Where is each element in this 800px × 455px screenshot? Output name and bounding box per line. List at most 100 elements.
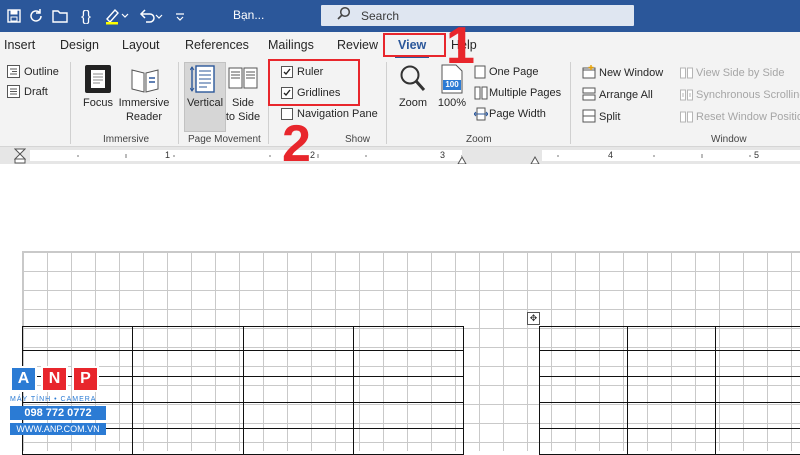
synchronous-scrolling-icon	[680, 88, 693, 106]
table-cell[interactable]	[243, 403, 353, 429]
vertical-button[interactable]: Vertical	[184, 97, 226, 110]
table-cell[interactable]	[353, 377, 463, 403]
vertical-icon	[190, 64, 218, 99]
reset-window-position-button[interactable]: Reset Window Position	[696, 111, 800, 124]
highlighter-icon[interactable]	[103, 5, 131, 27]
tab-references[interactable]: References	[185, 38, 249, 52]
folder-icon[interactable]	[50, 5, 70, 27]
search-icon	[337, 6, 351, 25]
group-label-show: Show	[345, 134, 370, 145]
table-cell[interactable]	[133, 351, 243, 377]
table-cell[interactable]	[133, 429, 243, 455]
one-page-button[interactable]: One Page	[489, 66, 539, 79]
page-width-button[interactable]: Page Width	[489, 108, 546, 121]
ruler-margin-area	[30, 150, 800, 161]
zoom-100-icon-label: 100	[443, 80, 461, 90]
table-cell[interactable]	[353, 351, 463, 377]
table-cell[interactable]	[628, 351, 716, 377]
table-cell[interactable]	[540, 377, 628, 403]
ruler-number: 5	[754, 150, 759, 160]
table-cell[interactable]	[243, 327, 353, 351]
tab-design[interactable]: Design	[60, 38, 99, 52]
split-icon	[582, 109, 596, 128]
table-cell[interactable]	[628, 327, 716, 351]
table-cell[interactable]	[133, 327, 243, 351]
table-cell[interactable]	[133, 377, 243, 403]
group-label-window: Window	[711, 134, 747, 145]
table-cell[interactable]	[353, 403, 463, 429]
view-tab-highlight-box	[383, 33, 446, 57]
table-cell[interactable]	[716, 351, 800, 377]
table-cell[interactable]	[540, 429, 628, 455]
right-table[interactable]	[539, 326, 800, 455]
synchronous-scrolling-button[interactable]: Synchronous Scrolling	[696, 89, 800, 102]
table-cell[interactable]	[716, 327, 800, 351]
ribbon-separator	[570, 62, 571, 144]
focus-icon	[84, 64, 112, 99]
table-cell[interactable]	[716, 429, 800, 455]
view-side-by-side-button[interactable]: View Side by Side	[696, 67, 784, 80]
side-to-side-line1[interactable]: Side	[222, 97, 264, 110]
table-cell[interactable]	[243, 377, 353, 403]
title-bar: {} Bạn... Search	[0, 0, 800, 32]
tab-insert[interactable]: Insert	[4, 38, 35, 52]
watermark-subtitle: MÁY TÍNH • CAMERA	[10, 396, 96, 403]
reset-window-position-icon	[680, 110, 693, 128]
side-to-side-icon	[228, 64, 258, 99]
zoom-button[interactable]: Zoom	[395, 97, 431, 110]
tab-mailings[interactable]: Mailings	[268, 38, 314, 52]
autosave-icon[interactable]	[4, 5, 24, 27]
ribbon-separator	[386, 62, 387, 144]
search-placeholder: Search	[361, 9, 399, 23]
outline-button[interactable]: Outline	[24, 66, 59, 79]
immersive-reader-icon	[130, 64, 160, 99]
immersive-reader-line1[interactable]: Immersive	[115, 97, 173, 110]
side-to-side-line2[interactable]: to Side	[222, 111, 264, 124]
table-cell[interactable]	[133, 403, 243, 429]
new-window-button[interactable]: New Window	[599, 67, 663, 80]
table-cell[interactable]	[540, 351, 628, 377]
table-cell[interactable]	[23, 327, 133, 351]
zoom-100-button[interactable]: 100%	[433, 97, 471, 110]
one-page-icon	[474, 65, 486, 84]
ruler-gridlines-highlight-box	[268, 59, 360, 106]
ruler-number: 1	[165, 150, 170, 160]
ruler-number: 3	[440, 150, 445, 160]
table-cell[interactable]	[353, 429, 463, 455]
table-cell[interactable]	[628, 403, 716, 429]
table-cell[interactable]	[243, 429, 353, 455]
arrange-all-button[interactable]: Arrange All	[599, 89, 653, 102]
immersive-reader-line2[interactable]: Reader	[115, 111, 173, 124]
new-window-icon	[582, 65, 596, 84]
focus-button[interactable]: Focus	[80, 97, 116, 110]
table-cell[interactable]	[540, 327, 628, 351]
watermark-letter: N	[41, 366, 68, 392]
split-button[interactable]: Split	[599, 111, 620, 124]
watermark-phone: 098 772 0772	[10, 406, 106, 420]
group-label-immersive: Immersive	[103, 134, 149, 145]
table-move-handle-icon[interactable]: ✥	[527, 312, 540, 325]
table-cell[interactable]	[628, 429, 716, 455]
arrange-all-icon	[582, 87, 596, 106]
undo-icon[interactable]	[137, 5, 165, 27]
table-cell[interactable]	[540, 403, 628, 429]
table-cell[interactable]	[243, 351, 353, 377]
ribbon-separator	[178, 62, 179, 144]
table-cell[interactable]	[716, 403, 800, 429]
customize-toolbar-chevron-icon[interactable]	[172, 5, 188, 27]
document-name[interactable]: Bạn...	[233, 8, 264, 22]
braces-icon[interactable]: {}	[75, 5, 97, 27]
table-cell[interactable]	[628, 377, 716, 403]
table-cell[interactable]	[716, 377, 800, 403]
multiple-pages-button[interactable]: Multiple Pages	[489, 87, 561, 100]
ribbon-separator	[70, 62, 71, 144]
refresh-icon[interactable]	[26, 5, 46, 27]
watermark-letter: P	[72, 366, 99, 392]
draft-button[interactable]: Draft	[24, 86, 48, 99]
tab-review[interactable]: Review	[337, 38, 378, 52]
tab-layout[interactable]: Layout	[122, 38, 160, 52]
group-label-page-movement: Page Movement	[188, 134, 261, 145]
search-input[interactable]: Search	[321, 5, 634, 26]
table-cell[interactable]	[353, 327, 463, 351]
group-label-zoom: Zoom	[466, 134, 492, 145]
